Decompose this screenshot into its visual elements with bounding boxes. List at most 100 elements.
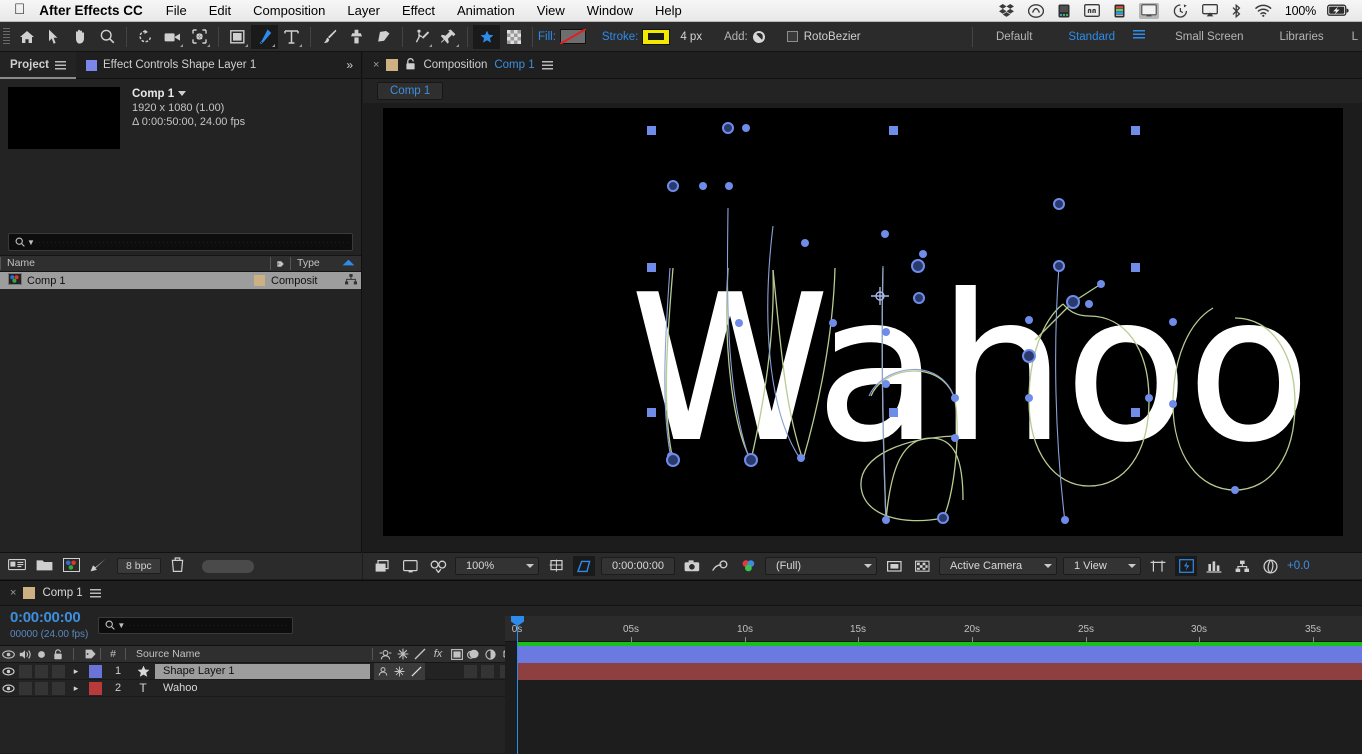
- menu-window[interactable]: Window: [576, 3, 644, 18]
- home-icon[interactable]: [13, 25, 40, 49]
- timeline-icon[interactable]: [1147, 556, 1169, 576]
- fill-swatch[interactable]: [559, 29, 586, 44]
- timeline-tracks[interactable]: [505, 642, 1362, 754]
- menu-edit[interactable]: Edit: [198, 3, 242, 18]
- layer-expand-arrow[interactable]: ▸: [67, 680, 85, 697]
- exposure-icon[interactable]: [1259, 556, 1281, 576]
- transparency-grid-icon[interactable]: [399, 556, 421, 576]
- bit-depth-button[interactable]: 8 bpc: [117, 558, 161, 574]
- tab-project[interactable]: Project: [0, 51, 76, 79]
- layer-audio-toggle[interactable]: [19, 664, 32, 678]
- color-meter-icon[interactable]: [1107, 0, 1132, 22]
- hamburger-icon[interactable]: [541, 60, 553, 70]
- views-select[interactable]: 1 View: [1063, 557, 1141, 575]
- sort-ascending-icon[interactable]: [342, 257, 355, 270]
- workspace-menu-icon[interactable]: [1133, 30, 1157, 43]
- shy-icon[interactable]: [377, 646, 394, 663]
- tab-effect-controls[interactable]: Effect Controls Shape Layer 1: [76, 52, 266, 79]
- column-name[interactable]: Name: [0, 257, 270, 270]
- close-icon[interactable]: ×: [373, 59, 379, 71]
- source-name-header[interactable]: Source Name: [126, 648, 372, 660]
- rectangle-icon[interactable]: [224, 25, 251, 49]
- frame-blend-icon[interactable]: [448, 646, 465, 663]
- composition-flowchart-icon[interactable]: [1203, 556, 1225, 576]
- pixel-aspect-icon[interactable]: [883, 556, 905, 576]
- toolbar-grip[interactable]: [2, 28, 11, 45]
- roto-brush-icon[interactable]: [408, 25, 435, 49]
- creative-cloud-icon[interactable]: [1021, 0, 1051, 22]
- rotation-icon[interactable]: [132, 25, 159, 49]
- apple-menu-icon[interactable]: : [0, 2, 39, 17]
- fill-label[interactable]: Fill:: [538, 31, 556, 43]
- layer-number-header[interactable]: #: [101, 646, 125, 663]
- timeline-ruler[interactable]: 0s 05s 10s 15s 20s 25s 30s 35s: [505, 616, 1362, 642]
- stroke-label[interactable]: Stroke:: [602, 31, 638, 43]
- pan-behind-icon[interactable]: [186, 25, 213, 49]
- hamburger-icon[interactable]: [55, 60, 66, 70]
- quality-toggle[interactable]: [408, 662, 425, 680]
- workspace-standard[interactable]: Standard: [1050, 31, 1133, 43]
- timeline-current-time[interactable]: 0:00:00:00 00000 (24.00 fps): [10, 610, 88, 642]
- add-mode-icon[interactable]: [752, 30, 765, 43]
- asset-name-cell[interactable]: Comp 1: [0, 273, 66, 288]
- airplay-icon[interactable]: [1195, 0, 1225, 22]
- tag-icon[interactable]: [80, 646, 100, 663]
- puppet-pin-icon[interactable]: [435, 25, 462, 49]
- active-app-name[interactable]: After Effects CC: [39, 3, 155, 18]
- type-icon[interactable]: [278, 25, 305, 49]
- caret-down-icon[interactable]: [178, 91, 187, 96]
- timeline-search-input[interactable]: ▼: [98, 617, 294, 634]
- breadcrumb-comp1[interactable]: Comp 1: [377, 82, 444, 100]
- layer-bar-shape-layer-1[interactable]: [517, 646, 1362, 663]
- menu-file[interactable]: File: [155, 3, 198, 18]
- menu-view[interactable]: View: [526, 3, 576, 18]
- new-composition-icon[interactable]: [63, 557, 80, 575]
- workspace-truncated[interactable]: L: [1342, 31, 1362, 43]
- selection-arrow-icon[interactable]: [40, 25, 67, 49]
- project-settings-icon[interactable]: [90, 558, 107, 575]
- region-of-interest-icon[interactable]: [371, 556, 393, 576]
- eye-icon[interactable]: [0, 646, 17, 663]
- layer-lock-toggle[interactable]: [51, 664, 65, 678]
- adjustment-icon[interactable]: [482, 646, 499, 663]
- motion-blur-icon[interactable]: [465, 646, 482, 663]
- tag-icon[interactable]: [270, 257, 290, 270]
- camera-icon[interactable]: [159, 25, 186, 49]
- interpret-footage-icon[interactable]: [8, 558, 26, 574]
- resolution-select[interactable]: (Full): [765, 557, 877, 575]
- clone-stamp-icon[interactable]: [343, 25, 370, 49]
- show-snapshot-icon[interactable]: [709, 556, 731, 576]
- flowchart-icon[interactable]: [345, 273, 357, 288]
- playhead[interactable]: [517, 616, 518, 754]
- rotobezier-box[interactable]: [786, 31, 798, 42]
- speaker-icon[interactable]: [17, 646, 34, 663]
- layer-lock-toggle[interactable]: [51, 681, 65, 695]
- hamburger-icon[interactable]: [89, 588, 101, 598]
- composition-title-name[interactable]: Comp 1: [494, 59, 534, 71]
- layer-solo-toggle[interactable]: [35, 681, 48, 695]
- current-time-field[interactable]: 0:00:00:00: [601, 557, 675, 575]
- fast-preview-icon[interactable]: [1175, 556, 1197, 576]
- effects-icon[interactable]: fx: [428, 646, 448, 663]
- new-folder-icon[interactable]: [36, 558, 53, 574]
- viewer-canvas-area[interactable]: Wahoo: [363, 103, 1362, 551]
- region-icon[interactable]: [545, 556, 567, 576]
- battery-app-icon[interactable]: [1051, 0, 1077, 22]
- camera-icon[interactable]: [681, 556, 703, 576]
- zoom-icon[interactable]: [94, 25, 121, 49]
- lock-icon[interactable]: [49, 646, 67, 663]
- shy-toggle[interactable]: [374, 662, 391, 680]
- close-icon[interactable]: ×: [10, 587, 16, 599]
- menu-composition[interactable]: Composition: [242, 3, 336, 18]
- stroke-width-value[interactable]: 4 px: [680, 31, 702, 43]
- rgb-channels-icon[interactable]: [737, 556, 759, 576]
- time-machine-icon[interactable]: [1166, 0, 1195, 22]
- layer-source-name[interactable]: Wahoo: [155, 682, 197, 694]
- camera-select[interactable]: Active Camera: [939, 557, 1057, 575]
- layer-visibility-toggle[interactable]: [0, 663, 17, 680]
- dropbox-icon[interactable]: [992, 0, 1021, 22]
- composition-stage[interactable]: Wahoo: [382, 108, 1343, 536]
- layer-label-color[interactable]: [88, 681, 102, 695]
- layer-source-name[interactable]: Shape Layer 1: [155, 663, 370, 679]
- workspace-small-screen[interactable]: Small Screen: [1157, 31, 1261, 43]
